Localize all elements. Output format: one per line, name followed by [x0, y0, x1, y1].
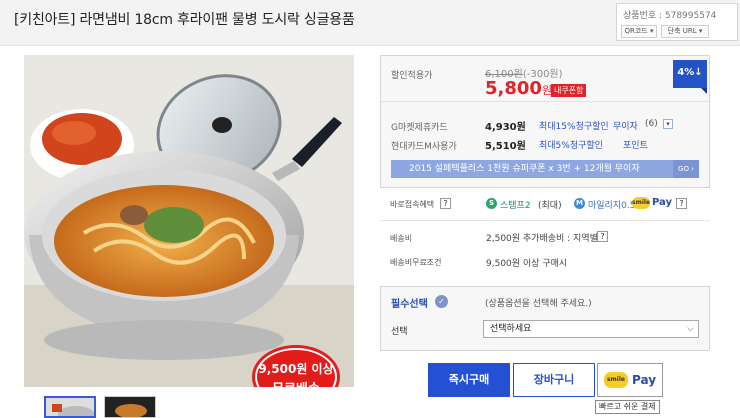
free-shipping-value: 9,500원 이상 구매시: [486, 259, 568, 269]
add-to-cart-button[interactable]: 장바구니: [513, 363, 595, 397]
option-select-value: 선택하세요: [490, 324, 532, 334]
promo-go-label: GO: [678, 165, 689, 173]
card2-amount: 5,510원: [485, 141, 526, 152]
qr-code-button[interactable]: QR코드 ▾: [621, 25, 657, 38]
stamp-note: (최대): [538, 201, 562, 211]
price-box: 할인적용가 6,100원(-300원) 5,800원 내쿠폰함 4%↓ G마켓제…: [380, 55, 710, 188]
card1-months: (6): [645, 119, 658, 129]
short-url-button[interactable]: 단축 URL ▾: [661, 25, 709, 38]
card1-amount: 4,930원: [485, 122, 526, 133]
badge-line-2: 무료배송: [255, 378, 337, 387]
select-label: 선택: [391, 327, 408, 337]
option-select[interactable]: 선택하세요 ⌵: [483, 320, 699, 338]
direct-benefit-label: 바로접속혜택: [390, 200, 435, 209]
smile-pay-logo-icon: smile: [604, 372, 628, 388]
promo-go-button[interactable]: GO ›: [673, 160, 699, 178]
free-shipping-label: 배송비무료조건: [390, 258, 442, 267]
card2-point-link[interactable]: 포인트: [623, 138, 648, 151]
check-icon: ✓: [435, 295, 448, 308]
shipping-label: 배송비: [390, 234, 413, 243]
my-coupon-button[interactable]: 내쿠폰함: [551, 84, 587, 97]
divider: [380, 220, 710, 221]
thumbnail-1-image: [46, 398, 94, 416]
discount-rate-badge: 4%↓: [673, 60, 707, 94]
pay-help-icon[interactable]: ?: [676, 198, 687, 209]
smile-pay-button[interactable]: smile Pay: [597, 363, 663, 397]
sale-price: 5,800원: [485, 78, 552, 99]
card1-installment-link[interactable]: 무이자: [613, 119, 638, 132]
stamp-icon: S: [486, 198, 497, 209]
card1-months-value: 6: [648, 119, 655, 129]
promo-banner-text: 2015 설페텍플러스 1천원 슈퍼쿠폰 x 3번 + 12개월 무이자: [409, 164, 640, 174]
thumbnail-2-image: [105, 397, 155, 417]
product-image: 9,500원 이상 무료배송: [24, 55, 354, 387]
option-box: 필수선택 ✓ (상품옵션을 선택해 주세요.) 선택 선택하세요 ⌵: [380, 286, 710, 351]
stamp-text: 스탬프2: [500, 201, 531, 211]
product-code-box: 상품번호 : 578995574 QR코드 ▾ 단축 URL ▾: [616, 3, 738, 41]
benefit-help-icon[interactable]: ?: [440, 198, 451, 209]
mileage-icon: M: [574, 198, 585, 209]
card2-label: 현대카드M사용가: [391, 142, 457, 152]
shipping-value: 2,500원 추가배송비 : 지역별: [486, 234, 598, 244]
option-hint: (상품옵션을 선택해 주세요.): [485, 299, 592, 309]
pay-text: Pay: [652, 197, 673, 208]
card1-benefit-link[interactable]: 최대15%청구할인: [539, 119, 609, 132]
thumbnail-1[interactable]: [44, 396, 96, 418]
card1-label: G마켓제휴카드: [391, 123, 448, 133]
price-summary: 할인적용가 6,100원(-300원) 5,800원 내쿠폰함: [381, 56, 709, 102]
pay-tooltip: 빠르고 쉬운 결제: [595, 400, 660, 414]
chevron-down-icon: ⌵: [687, 324, 694, 334]
required-select-label: 필수선택: [391, 299, 428, 310]
product-title: [키친아트] 라면냄비 18cm 후라이팬 물병 도시락 싱글용품: [14, 12, 355, 28]
shipping-help-icon[interactable]: ?: [597, 231, 608, 242]
product-code: 상품번호 : 578995574: [623, 11, 717, 21]
pay-label: Pay: [632, 373, 657, 387]
qr-code-label: QR코드: [624, 27, 648, 35]
product-header: [키친아트] 라면냄비 18cm 후라이팬 물병 도시락 싱글용품 상품번호 :…: [0, 0, 740, 46]
badge-line-1: 9,500원 이상: [258, 362, 334, 376]
card1-expand-icon[interactable]: ▾: [663, 119, 673, 129]
short-url-label: 단축 URL: [667, 27, 697, 35]
sale-price-value: 5,800: [485, 78, 542, 99]
thumbnail-2[interactable]: [104, 396, 156, 418]
ramen-pot-illustration: [24, 55, 354, 387]
buy-now-button[interactable]: 즉시구매: [428, 363, 510, 397]
discount-price-label: 할인적용가: [391, 71, 433, 81]
smile-pay-icon: smile: [632, 197, 650, 209]
card2-benefit-link[interactable]: 최대5%청구할인: [539, 138, 603, 151]
promo-banner[interactable]: 2015 설페텍플러스 1천원 슈퍼쿠폰 x 3번 + 12개월 무이자 GO …: [391, 160, 699, 178]
